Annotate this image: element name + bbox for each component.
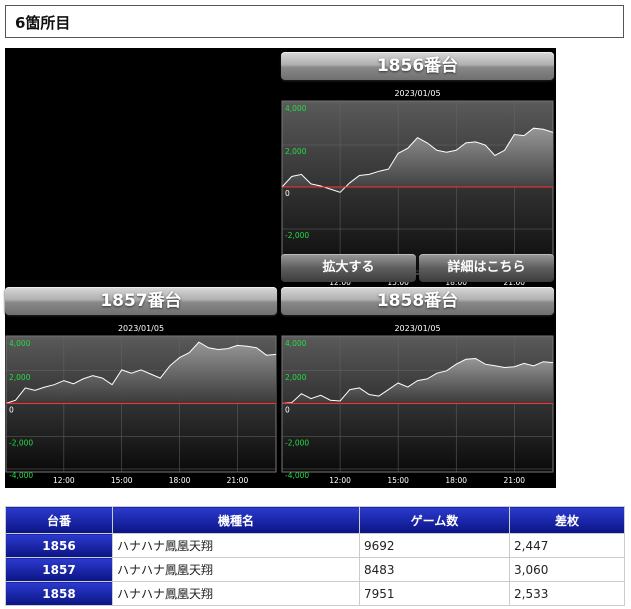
machine-1856-title-button[interactable]: 1856番台 <box>281 52 554 80</box>
x-tick-label: 15:00 <box>111 476 133 485</box>
y-tick-label: 0 <box>285 406 290 415</box>
table-row: 1857 ハナハナ鳳凰天翔 8483 3,060 <box>5 557 625 582</box>
y-tick-label: -2,000 <box>285 231 309 240</box>
row-difference: 2,447 <box>509 533 625 558</box>
x-tick-label: 18:00 <box>445 476 467 485</box>
machine-1857-title: 1857番台 <box>100 291 182 311</box>
details-button[interactable]: 詳細はこちら <box>419 254 554 282</box>
y-tick-label: -4,000 <box>285 471 309 480</box>
y-tick-label: 2,000 <box>285 373 307 382</box>
machine-1856-title: 1856番台 <box>376 56 459 76</box>
y-tick-label: -2,000 <box>285 438 309 447</box>
y-tick-label: -4,000 <box>9 471 33 480</box>
row-machine-number: 1858 <box>5 581 113 606</box>
x-tick-label: 21:00 <box>503 476 525 485</box>
chart-svg: 2023/01/05 4,000 2,000 0 -2,000 -4,000 12:00 15… <box>5 324 277 485</box>
y-tick-label: 0 <box>9 406 14 415</box>
y-tick-label: 2,000 <box>285 147 307 156</box>
row-game-count: 9692 <box>359 533 510 558</box>
chart-date-label: 2023/01/05 <box>394 324 440 333</box>
details-button-label: 詳細はこちら <box>447 260 526 275</box>
chart-date-label: 2023/01/05 <box>394 89 440 98</box>
chart-svg: 2023/01/05 4,000 2,000 0 -2,000 -4,000 12:00 15… <box>281 324 554 485</box>
row-model-name: ハナハナ鳳凰天翔 <box>112 581 360 606</box>
machine-1858-title: 1858番台 <box>376 291 459 311</box>
x-tick-label: 18:00 <box>169 476 191 485</box>
machine-1857-chart: 2023/01/05 4,000 2,000 0 -2,000 -4,000 12:00 15… <box>5 319 277 488</box>
row-difference: 3,060 <box>509 557 625 582</box>
table-row: 1858 ハナハナ鳳凰天翔 7951 2,533 <box>5 581 625 606</box>
y-tick-label: 4,000 <box>285 104 307 113</box>
machine-table: 台番 機種名 ゲーム数 差枚 1856 ハナハナ鳳凰天翔 9692 2,447 … <box>5 506 625 606</box>
x-tick-label: 12:00 <box>329 476 351 485</box>
header-machine-number: 台番 <box>5 506 113 534</box>
table-header-row: 台番 機種名 ゲーム数 差枚 <box>5 506 625 534</box>
row-machine-number: 1856 <box>5 533 113 558</box>
row-difference: 2,533 <box>509 581 625 606</box>
x-tick-label: 12:00 <box>53 476 75 485</box>
x-tick-label: 21:00 <box>227 476 249 485</box>
x-tick-label: 15:00 <box>387 476 409 485</box>
table-row: 1856 ハナハナ鳳凰天翔 9692 2,447 <box>5 533 625 558</box>
y-tick-label: -2,000 <box>9 438 33 447</box>
row-model-name: ハナハナ鳳凰天翔 <box>112 557 360 582</box>
y-tick-label: 2,000 <box>9 373 31 382</box>
header-difference: 差枚 <box>509 506 625 534</box>
machine-1858-chart: 2023/01/05 4,000 2,000 0 -2,000 -4,000 12:00 15… <box>281 319 554 488</box>
section-heading-text: 6箇所目 <box>15 14 71 32</box>
y-tick-label: 4,000 <box>9 339 31 348</box>
header-model-name: 機種名 <box>112 506 360 534</box>
zoom-button-label: 拡大する <box>322 260 375 275</box>
section-heading: 6箇所目 <box>5 5 624 38</box>
row-game-count: 7951 <box>359 581 510 606</box>
row-model-name: ハナハナ鳳凰天翔 <box>112 533 360 558</box>
row-game-count: 8483 <box>359 557 510 582</box>
zoom-button[interactable]: 拡大する <box>281 254 416 282</box>
row-machine-number: 1857 <box>5 557 113 582</box>
y-tick-label: 0 <box>285 189 290 198</box>
machine-1858-title-button[interactable]: 1858番台 <box>281 287 554 315</box>
header-game-count: ゲーム数 <box>359 506 510 534</box>
chart-date-label: 2023/01/05 <box>118 324 164 333</box>
y-tick-label: 4,000 <box>285 339 307 348</box>
machine-1857-title-button[interactable]: 1857番台 <box>5 287 277 315</box>
chart-panel: 1856番台 2023/01/05 4,000 2,000 0 -2,000 -4,000… <box>5 48 556 488</box>
